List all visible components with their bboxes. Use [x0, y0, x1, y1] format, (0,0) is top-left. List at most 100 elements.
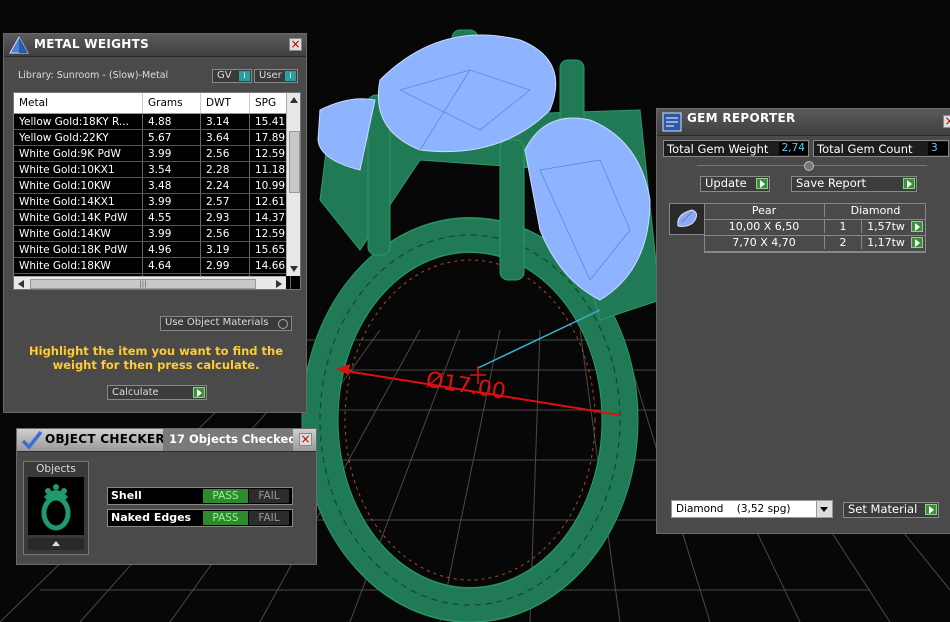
gem-qty-cell: 1 [824, 220, 861, 233]
calculate-button[interactable]: Calculate [107, 385, 207, 400]
play-icon[interactable] [911, 221, 923, 232]
column-header-spg[interactable]: SPG [249, 93, 292, 114]
table-row[interactable]: White Gold:14K PdW 4.55 2.93 14.37 [14, 209, 292, 226]
gv-toggle[interactable]: GV i [212, 69, 252, 83]
table-row[interactable]: White Gold:14KW 3.99 2.56 12.59 [14, 225, 292, 242]
metal-table: Metal Grams DWT SPG Yellow Gold:18KY R..… [13, 92, 301, 290]
grams-cell: 4.64 [142, 257, 201, 274]
gem-type-header: Diamond [824, 204, 926, 217]
objects-checked-status: 17 Objects Checked [163, 429, 293, 451]
set-material-button[interactable]: Set Material [843, 502, 939, 518]
gem-row[interactable]: 7,70 X 4,70 2 1,17tw [705, 236, 925, 252]
close-icon[interactable]: × [943, 115, 950, 128]
metal-table-vscroll[interactable] [286, 93, 300, 276]
play-icon[interactable] [911, 237, 923, 248]
table-row[interactable]: Yellow Gold:22KY 5.67 3.64 17.89 [14, 129, 292, 146]
grams-cell: 4.88 [142, 113, 201, 130]
gem-weight-cell: 1,57tw [861, 220, 910, 233]
user-toggle[interactable]: User i [254, 69, 298, 83]
column-header-dwt[interactable]: DWT [200, 93, 250, 114]
total-gem-weight-field: Total Gem Weight 2,74 [663, 140, 809, 157]
gem-size-cell: 7,70 X 4,70 [732, 236, 796, 249]
gem-size-cell: 10,00 X 6,50 [728, 220, 800, 233]
metal-table-grid: Metal Grams DWT SPG Yellow Gold:18KY R..… [14, 93, 292, 289]
update-button[interactable]: Update [700, 176, 770, 192]
table-row[interactable]: White Gold:10KX1 3.54 2.28 11.18 [14, 161, 292, 178]
table-row[interactable]: Yellow Gold:18KY R... 4.88 3.14 15.41 [14, 113, 292, 130]
object-thumbnail[interactable] [28, 477, 84, 535]
metal-cell: White Gold:9K PdW [14, 145, 143, 162]
report-icon [662, 112, 682, 132]
play-icon [756, 178, 768, 189]
metal-weights-title: METAL WEIGHTS [34, 37, 150, 51]
total-gem-count-value: 3 [928, 142, 948, 155]
close-icon[interactable]: × [299, 433, 312, 446]
check-row-naked-edges: Naked Edges PASS FAIL [107, 509, 293, 527]
play-icon [903, 178, 915, 189]
gem-reporter-titlebar[interactable]: GEM REPORTER × [657, 109, 950, 136]
ring-thumbnail-icon [41, 484, 71, 531]
chevron-up-icon [52, 541, 60, 546]
object-checker-titlebar[interactable]: OBJECT CHECKER 17 Objects Checked × [17, 429, 316, 452]
gem-qty-cell: 2 [824, 236, 861, 249]
table-row[interactable]: White Gold:18K PdW 4.96 3.19 15.65 [14, 241, 292, 258]
fail-badge[interactable]: FAIL [249, 511, 289, 525]
grams-cell: 3.48 [142, 177, 201, 194]
spg-cell: 11.18 [249, 161, 292, 178]
object-checker-panel: OBJECT CHECKER 17 Objects Checked × Obje… [16, 428, 317, 565]
save-report-button[interactable]: Save Report [791, 176, 917, 192]
pass-badge[interactable]: PASS [203, 511, 248, 525]
metal-cell: White Gold:18KW [14, 257, 143, 274]
scroll-right-icon[interactable] [276, 280, 282, 288]
radio-icon [278, 319, 288, 329]
metal-cell: Yellow Gold:22KY [14, 129, 143, 146]
metal-cell: White Gold:10KW [14, 177, 143, 194]
dwt-cell: 2.28 [200, 161, 250, 178]
calculate-hint: Highlight the item you want to find the … [29, 344, 283, 372]
close-icon[interactable]: × [289, 38, 302, 51]
metal-cell: White Gold:18K PdW [14, 241, 143, 258]
library-label: Library: Sunroom - (Slow)-Metal [18, 70, 169, 81]
table-row[interactable]: White Gold:14KX1 3.99 2.57 12.61 [14, 193, 292, 210]
metal-table-hscroll[interactable]: ||| [14, 276, 286, 289]
splitter-handle-icon[interactable] [804, 161, 814, 171]
pass-badge[interactable]: PASS [203, 489, 248, 503]
table-row[interactable]: White Gold:10KW 3.48 2.24 10.99 [14, 177, 292, 194]
metal-cell: Yellow Gold:18KY R... [14, 113, 143, 130]
gem-shape-thumbnail[interactable] [669, 203, 705, 235]
total-gem-weight-value: 2,74 [778, 142, 808, 155]
gem-shape-header: Pear [751, 204, 777, 217]
fail-badge[interactable]: FAIL [249, 489, 289, 503]
dwt-cell: 2.93 [200, 209, 250, 226]
gem-row[interactable]: 10,00 X 6,50 1 1,57tw [705, 220, 925, 236]
gem-weight-cell: 1,17tw [861, 236, 910, 249]
pear-gem-icon [677, 209, 697, 227]
scroll-left-icon[interactable] [18, 280, 24, 288]
column-header-metal[interactable]: Metal [14, 93, 143, 114]
grams-cell: 3.99 [142, 145, 201, 162]
info-icon: i [285, 71, 296, 81]
object-checker-title: OBJECT CHECKER [45, 432, 165, 446]
dwt-cell: 2.57 [200, 193, 250, 210]
total-gem-weight-label: Total Gem Weight [667, 142, 769, 156]
scroll-up-icon[interactable] [290, 97, 298, 103]
table-row[interactable]: White Gold:9K PdW 3.99 2.56 12.59 [14, 145, 292, 162]
metal-weights-panel: METAL WEIGHTS × Library: Sunroom - (Slow… [3, 33, 307, 413]
table-row[interactable]: White Gold:18KW 4.64 2.99 14.66 [14, 257, 292, 274]
user-label: User [259, 70, 282, 81]
metal-cell: White Gold:14KW [14, 225, 143, 242]
chevron-down-icon[interactable] [816, 501, 832, 517]
update-label: Update [705, 176, 747, 190]
material-select[interactable]: Diamond (3,52 spg) [671, 500, 833, 518]
column-header-grams[interactable]: Grams [142, 93, 201, 114]
scroll-thumb[interactable] [289, 131, 300, 193]
use-object-materials-toggle[interactable]: Use Object Materials [160, 316, 292, 331]
scroll-down-icon[interactable] [290, 266, 298, 272]
play-icon [925, 504, 937, 515]
spg-cell: 12.59 [249, 225, 292, 242]
objects-expand-button[interactable] [28, 538, 84, 550]
objects-box: Objects [23, 461, 89, 555]
metal-weights-titlebar[interactable]: METAL WEIGHTS × [4, 34, 306, 57]
hscroll-thumb[interactable]: ||| [30, 279, 256, 289]
gem-list-area: Pear Diamond 10,00 X 6,50 1 1,57tw 7,70 X 4… [663, 201, 945, 487]
